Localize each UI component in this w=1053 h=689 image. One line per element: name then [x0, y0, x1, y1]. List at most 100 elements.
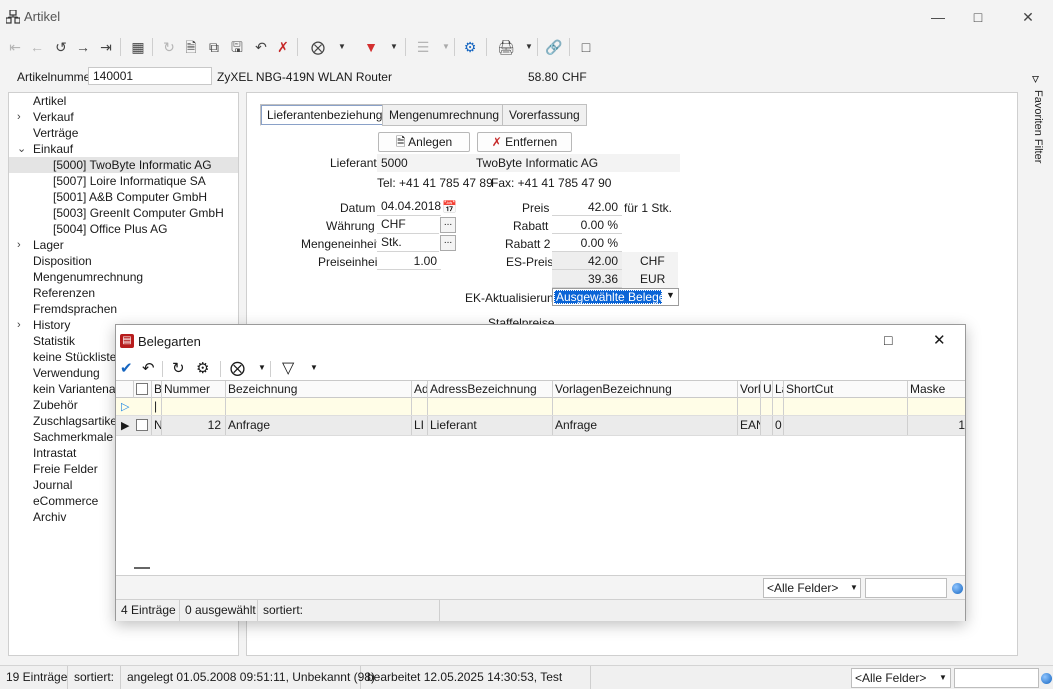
- chevron-right-icon[interactable]: ›: [17, 317, 21, 333]
- chevron-down-icon: ▼: [850, 583, 858, 592]
- dialog-maximize-button[interactable]: □: [884, 332, 892, 348]
- globe-icon[interactable]: [1041, 673, 1052, 684]
- chevron-right-icon[interactable]: ›: [17, 237, 21, 253]
- tree-item-lieferant-5007[interactable]: [5007] Loire Informatique SA: [9, 173, 238, 189]
- mengeneinheit-field[interactable]: Stk.: [377, 234, 439, 252]
- minimize-button[interactable]: —: [918, 6, 958, 28]
- favoriten-filter-panel[interactable]: ▿ Favoriten Filter: [1028, 70, 1050, 190]
- settings-icon[interactable]: ⚙: [196, 359, 209, 377]
- print-dropdown-icon[interactable]: ▼: [525, 36, 533, 58]
- tree-item-lieferant-5004[interactable]: [5004] Office Plus AG: [9, 221, 238, 237]
- tree-item-lieferant-5001[interactable]: [5001] A&B Computer GmbH: [9, 189, 238, 205]
- undo-icon[interactable]: ↶: [250, 36, 272, 58]
- calendar-icon[interactable]: 📅: [442, 200, 457, 214]
- ek-aktualisierung-select[interactable]: Ausgewählte Belege ▼: [552, 288, 679, 306]
- refresh-icon[interactable]: ↻: [172, 359, 185, 377]
- dialog-field-select[interactable]: <Alle Felder> ▼: [763, 578, 861, 598]
- dialog-status-eintraege: 4 Einträge: [116, 600, 180, 621]
- tab-mengenumrechnung[interactable]: Mengenumrechnung: [382, 104, 507, 126]
- link-icon[interactable]: 🔗: [543, 36, 565, 58]
- pin-dropdown-icon[interactable]: ▼: [338, 36, 346, 58]
- chevron-down-icon: ▼: [939, 673, 947, 682]
- history-icon[interactable]: ↺: [50, 36, 72, 58]
- status-field-select[interactable]: <Alle Felder> ▼: [851, 668, 951, 688]
- settings-icon[interactable]: ⚙: [459, 36, 481, 58]
- tree-item-fremdsprachen[interactable]: Fremdsprachen: [9, 301, 238, 317]
- col-maske[interactable]: Maske: [908, 381, 965, 398]
- waehrung-lookup-button[interactable]: ...: [440, 217, 456, 233]
- filter-active-icon[interactable]: ▼: [360, 36, 382, 58]
- col-adressbezeichnung[interactable]: AdressBezeichnung: [428, 381, 553, 398]
- pin-icon[interactable]: ⨂: [230, 359, 245, 377]
- tree-item-lager[interactable]: › Lager: [9, 237, 238, 253]
- dialog-close-button[interactable]: ✕: [933, 331, 946, 349]
- delete-document-icon[interactable]: ✗: [272, 36, 294, 58]
- filter-dropdown-icon[interactable]: ▼: [390, 36, 398, 58]
- tree-item-mengenumrechnung[interactable]: Mengenumrechnung: [9, 269, 238, 285]
- lieferant-nummer: 5000: [381, 156, 408, 170]
- tree-item-artikel[interactable]: Artikel: [9, 93, 238, 109]
- col-la[interactable]: La: [773, 381, 784, 398]
- close-button[interactable]: ✕: [1008, 6, 1048, 28]
- status-search-input[interactable]: [954, 668, 1039, 688]
- confirm-check-icon[interactable]: ✔: [120, 359, 133, 377]
- first-record-icon[interactable]: ⇤: [4, 36, 26, 58]
- filter-icon[interactable]: ▽: [282, 358, 294, 378]
- filter-dropdown-icon[interactable]: ▼: [310, 363, 318, 372]
- datum-field[interactable]: 04.04.2018: [377, 198, 441, 216]
- waehrung-field[interactable]: CHF: [377, 216, 439, 234]
- tab-vorerfassung[interactable]: Vorerfassung: [502, 104, 587, 126]
- pin-dropdown-icon[interactable]: ▼: [258, 363, 266, 372]
- tab-lieferantenbeziehung[interactable]: Lieferantenbeziehung: [260, 104, 390, 126]
- mengeneinheit-lookup-button[interactable]: ...: [440, 235, 456, 251]
- tree-item-lieferant-5003[interactable]: [5003] GreenIt Computer GmbH: [9, 205, 238, 221]
- dialog-search-input[interactable]: [865, 578, 947, 598]
- col-shortcut[interactable]: ShortCut: [784, 381, 908, 398]
- cell-maske: 1: [958, 418, 965, 432]
- last-record-icon[interactable]: ⇥: [95, 36, 117, 58]
- artikelnummer-field[interactable]: 140001: [88, 67, 212, 85]
- rabatt-field[interactable]: 0.00 %: [552, 216, 622, 234]
- exit-icon[interactable]: □: [575, 36, 597, 58]
- col-ad[interactable]: Ad: [412, 381, 428, 398]
- splitter-handle[interactable]: [134, 567, 150, 569]
- new-document-icon[interactable]: 🗎: [180, 36, 202, 58]
- anlegen-button[interactable]: 🗎 Anlegen: [378, 132, 470, 152]
- refresh-icon[interactable]: ↻: [158, 36, 180, 58]
- col-vorlagenbezeichnung[interactable]: VorlagenBezeichnung: [553, 381, 738, 398]
- col-vorla[interactable]: Vorla: [738, 381, 761, 398]
- tree-item-disposition[interactable]: Disposition: [9, 253, 238, 269]
- previous-record-icon[interactable]: ←: [26, 36, 48, 58]
- copy-icon[interactable]: ⧉: [203, 36, 225, 58]
- col-be[interactable]: Be: [152, 381, 162, 398]
- preis-field[interactable]: 42.00: [552, 198, 622, 216]
- chevron-down-icon[interactable]: ⌄: [17, 141, 26, 157]
- tree-item-vertraege[interactable]: Verträge: [9, 125, 238, 141]
- rabatt2-field[interactable]: 0.00 %: [552, 234, 622, 252]
- tree-item-lieferant-5000[interactable]: [5000] TwoByte Informatic AG: [9, 157, 238, 173]
- globe-icon[interactable]: [952, 583, 963, 594]
- tree-dropdown-icon[interactable]: ▼: [442, 36, 450, 58]
- next-record-icon[interactable]: →: [72, 36, 94, 58]
- tree-item-einkauf[interactable]: ⌄ Einkauf: [9, 141, 238, 157]
- col-nummer[interactable]: Nummer: [162, 381, 226, 398]
- table-row[interactable]: ▶ N 12 Anfrage LI Lieferant Anfrage EAN …: [116, 416, 965, 436]
- tree-item-verkauf[interactable]: › Verkauf: [9, 109, 238, 125]
- maximize-button[interactable]: □: [958, 6, 998, 28]
- entfernen-button[interactable]: ✗ Entfernen: [477, 132, 572, 152]
- save-icon[interactable]: 🖫: [226, 36, 248, 58]
- row-checkbox[interactable]: [136, 419, 148, 431]
- tree-item-referenzen[interactable]: Referenzen: [9, 285, 238, 301]
- print-icon[interactable]: 🖨: [495, 36, 517, 58]
- undo-icon[interactable]: ↶: [142, 359, 155, 377]
- preiseinheit-field[interactable]: 1.00: [377, 252, 441, 270]
- tree-structure-icon[interactable]: ☰: [412, 36, 434, 58]
- filter-row[interactable]: ▷ |: [116, 398, 965, 416]
- filter-be[interactable]: |: [152, 398, 162, 415]
- chevron-right-icon[interactable]: ›: [17, 109, 21, 125]
- col-bezeichnung[interactable]: Bezeichnung: [226, 381, 412, 398]
- table-view-icon[interactable]: ▦: [127, 36, 149, 58]
- select-all-checkbox[interactable]: [136, 383, 148, 395]
- col-u[interactable]: U: [761, 381, 773, 398]
- pin-icon[interactable]: ⨂: [307, 36, 329, 58]
